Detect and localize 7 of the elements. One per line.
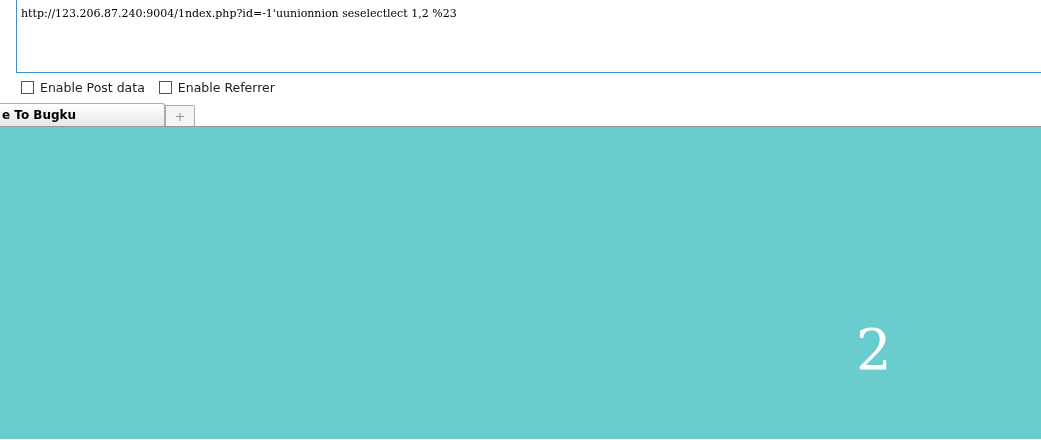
checkbox-label: Enable Post data: [40, 80, 145, 95]
output-text: 2: [856, 322, 892, 378]
checkbox[interactable]: [21, 81, 34, 94]
checkbox-label: Enable Referrer: [177, 80, 275, 95]
browser-tab[interactable]: e To Bugku: [0, 103, 165, 126]
checkbox[interactable]: [158, 81, 172, 94]
url-field[interactable]: http://123.206.87.240:9004/1ndex.php?id=-1'uunionnion seselectlect 1,2 %23: [16, 0, 1041, 73]
